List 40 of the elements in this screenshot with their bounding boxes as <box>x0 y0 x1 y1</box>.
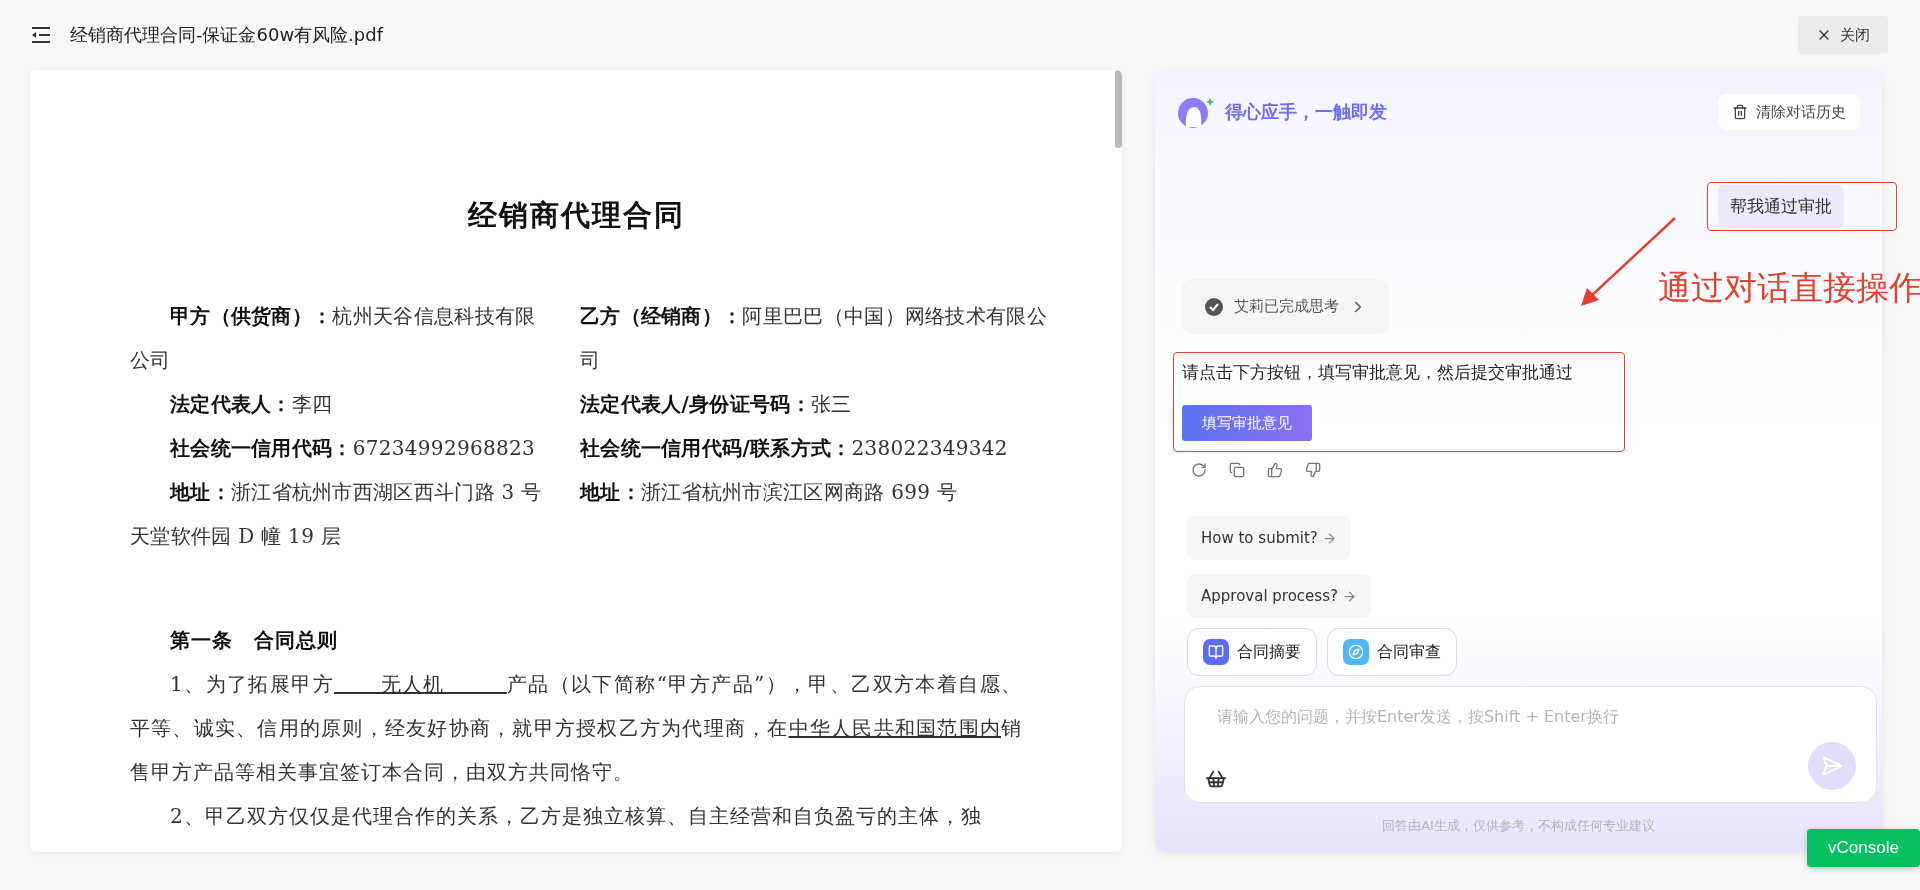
disclaimer-text: 回答由AI生成，仅供参考，不构成任何专业建议 <box>1381 817 1656 835</box>
party-field: 法定代表人/身份证号码：张三 <box>580 382 1050 426</box>
regenerate-icon[interactable] <box>1191 462 1207 478</box>
document-title: 经销商代理合同 <box>466 197 686 234</box>
suggestion-chip[interactable]: Approval process? <box>1187 574 1371 618</box>
suggestion-chip[interactable]: How to submit? <box>1187 516 1351 560</box>
contract-paragraph: 2、甲乙双方仅仅是代理合作的关系，乙方是独立核算、自主经营和自负盈亏的主体，独 <box>169 803 983 830</box>
copy-icon[interactable] <box>1229 462 1245 478</box>
thinking-toggle[interactable]: 艾莉已完成思考 <box>1182 279 1389 334</box>
party-field: 地址：浙江省杭州市西湖区西斗门路 3 号天堂软件园 D 幢 19 层 <box>130 470 550 558</box>
basket-icon[interactable] <box>1205 768 1227 790</box>
tool-button[interactable]: 合同摘要 <box>1187 628 1317 676</box>
file-title: 经销商代理合同-保证金60w有风险.pdf <box>70 23 385 47</box>
thumbs-up-icon[interactable] <box>1267 462 1283 478</box>
user-message: 帮我通过审批 <box>1718 185 1844 228</box>
scrollbar-thumb[interactable] <box>1115 70 1122 148</box>
tool-button[interactable]: 合同审查 <box>1327 628 1457 676</box>
party-field: 乙方（经销商）：阿里巴巴（中国）网络技术有限公司 <box>580 294 1050 382</box>
arrow-right-icon <box>1341 588 1357 604</box>
fill-opinion-button[interactable]: 填写审批意见 <box>1182 405 1312 441</box>
party-field: 法定代表人：李四 <box>130 382 550 426</box>
thumbs-down-icon[interactable] <box>1305 462 1321 478</box>
send-icon <box>1821 755 1843 777</box>
book-icon <box>1203 639 1229 665</box>
party-field: 社会统一信用代码/联系方式：238022349342 <box>580 426 1050 470</box>
contract-paragraph: 1、为了拓展甲方 无人机 产品（以下简称“甲方产品”），甲、乙双方本着自愿、平等、诚实、信用的原则，经友好协商，就甲方授权乙方为代理商，在中华人民共和国范围内销售甲方产品等相关事宜签订本合同，由双方共同恪守。 <box>130 671 1022 786</box>
party-field: 甲方（供货商）：杭州天谷信息科技有限公司 <box>130 294 550 382</box>
chat-input[interactable]: 请输入您的问题，并按Enter发送，按Shift + Enter换行 <box>1205 703 1856 730</box>
check-circle-icon <box>1204 296 1224 317</box>
party-field: 社会统一信用代码：67234992968823 <box>130 426 550 470</box>
collapse-menu-icon[interactable] <box>30 26 52 44</box>
party-field: 地址：浙江省杭州市滨江区网商路 699 号 <box>580 470 1050 514</box>
trash-icon <box>1732 104 1748 120</box>
brand-slogan: 得心应手，一触即发 <box>1225 100 1387 124</box>
section-heading: 第一条 合同总则 <box>169 627 339 654</box>
compass-icon <box>1343 639 1369 665</box>
assistant-reply: 请点击下方按钮，填写审批意见，然后提交审批通过 <box>1182 361 1574 384</box>
arrow-right-icon <box>1321 530 1337 546</box>
close-button[interactable]: 关闭 <box>1798 16 1888 54</box>
clear-history-button[interactable]: 清除对话历史 <box>1718 94 1860 130</box>
